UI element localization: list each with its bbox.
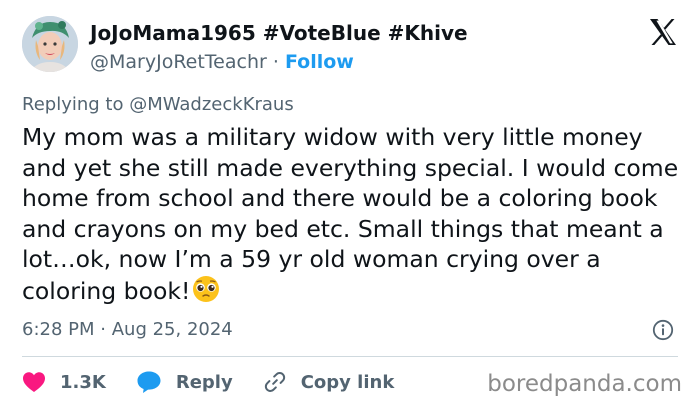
speech-bubble-icon [137, 371, 161, 393]
tweet-card: JoJoMama1965 #VoteBlue #Khive @MaryJoRet… [0, 0, 700, 410]
action-bar: 1.3K Reply Copy link [22, 368, 424, 396]
like-count: 1.3K [60, 371, 106, 393]
x-logo-icon[interactable] [648, 18, 678, 46]
reply-label: Reply [175, 371, 233, 393]
like-button[interactable]: 1.3K [22, 371, 106, 393]
pleading-face-emoji [193, 275, 220, 302]
handle-line: @MaryJoRetTeachr · Follow [90, 50, 468, 74]
tweet-date: Aug 25, 2024 [111, 319, 233, 340]
follow-button[interactable]: Follow [285, 51, 354, 73]
copy-link-label: Copy link [300, 371, 395, 393]
avatar[interactable] [22, 16, 78, 72]
author-handle[interactable]: @MaryJoRetTeachr [90, 51, 267, 73]
tweet-timestamp[interactable]: 6:28 PM · Aug 25, 2024 [22, 318, 233, 342]
watermark: boredpanda.com [487, 371, 682, 397]
timestamp-separator: · [100, 319, 106, 340]
display-name[interactable]: JoJoMama1965 #VoteBlue #Khive [90, 20, 468, 46]
author-block: JoJoMama1965 #VoteBlue #Khive @MaryJoRet… [90, 20, 468, 74]
heart-icon [23, 372, 45, 392]
copy-link-button[interactable]: Copy link [263, 370, 395, 394]
tweet-text: My mom was a military widow with very li… [22, 122, 682, 307]
tweet-time: 6:28 PM [22, 319, 95, 340]
handle-separator: · [272, 51, 279, 73]
tweet-body: My mom was a military widow with very li… [22, 123, 679, 305]
info-icon[interactable] [652, 319, 674, 341]
reply-button[interactable]: Reply [136, 370, 233, 394]
replying-to-label: Replying to [22, 94, 124, 115]
replying-to: Replying to @MWadzeckKraus [22, 93, 294, 117]
divider [22, 356, 678, 357]
link-icon [264, 372, 285, 392]
replying-to-handle[interactable]: @MWadzeckKraus [129, 94, 294, 115]
